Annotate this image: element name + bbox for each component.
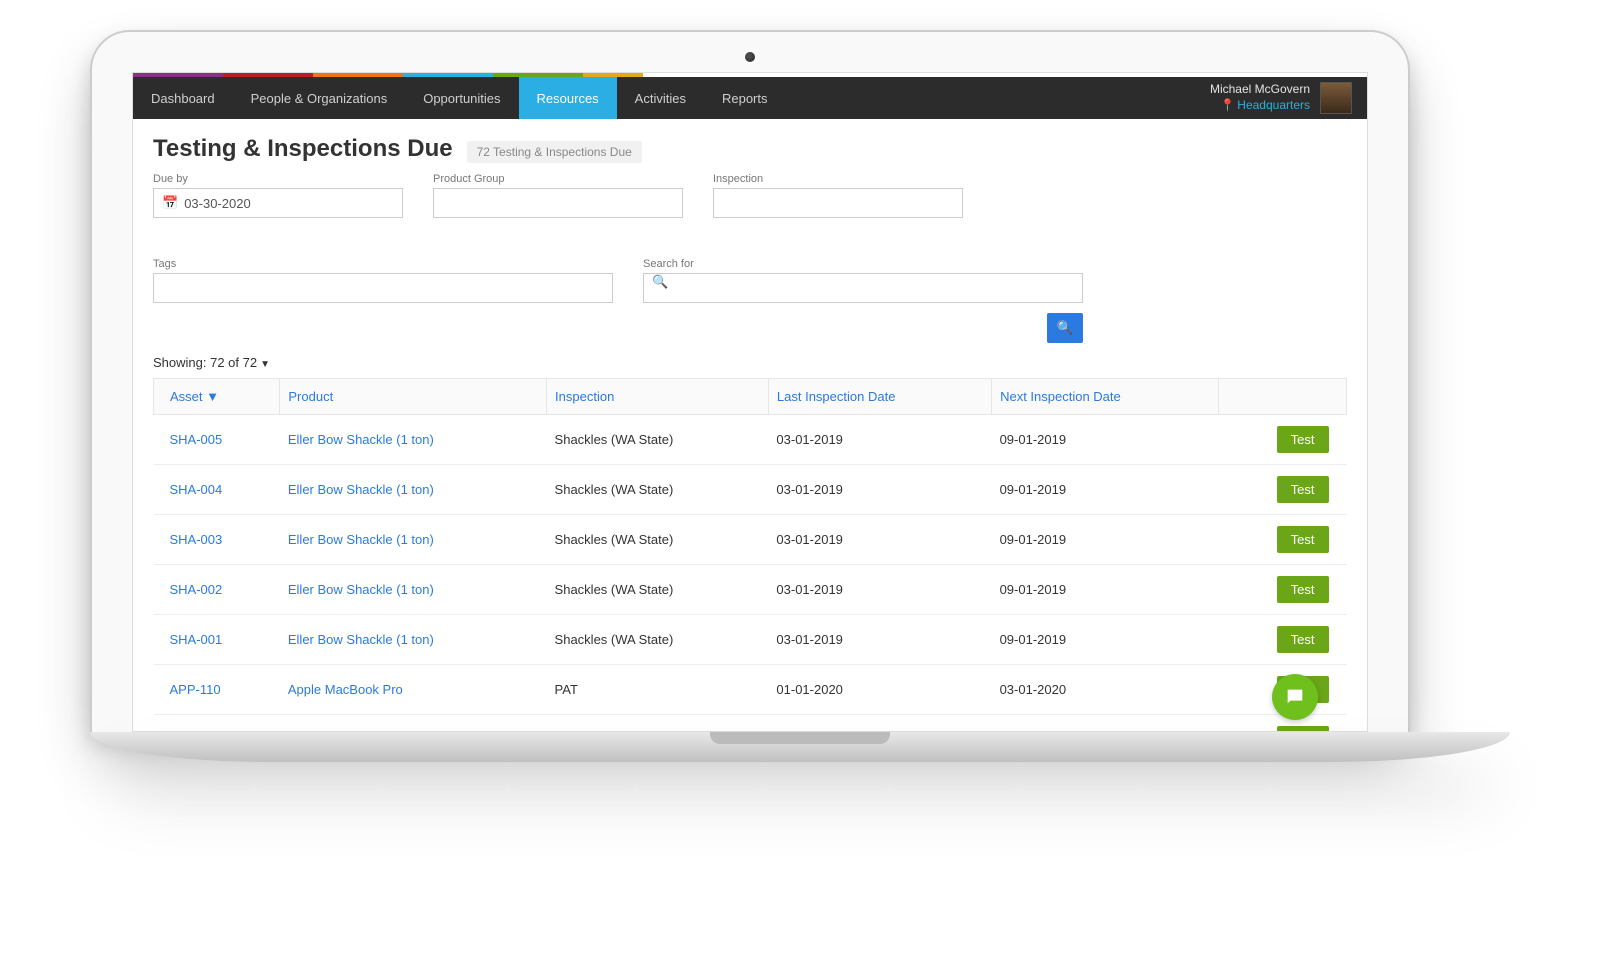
asset-link[interactable]: SHA-001 [170, 632, 223, 647]
asset-link[interactable]: SHA-005 [170, 432, 223, 447]
location-pin-icon: 📍 [1220, 98, 1235, 112]
test-button[interactable]: Test [1277, 576, 1329, 603]
next-date-cell: 09-01-2019 [992, 615, 1219, 665]
last-date-cell: 03-01-2019 [768, 415, 991, 465]
search-input[interactable]: 🔍 [643, 273, 1083, 303]
test-button[interactable]: Test [1277, 426, 1329, 453]
last-date-cell: 03-01-2019 [768, 615, 991, 665]
test-button[interactable]: Test [1277, 526, 1329, 553]
user-location[interactable]: Headquarters [1237, 98, 1310, 112]
nav-item-opportunities[interactable]: Opportunities [405, 77, 518, 119]
results-count-badge: 72 Testing & Inspections Due [467, 141, 642, 163]
inspection-cell: Shackles (WA State) [547, 515, 769, 565]
avatar[interactable] [1320, 82, 1352, 114]
page-title: Testing & Inspections Due [153, 135, 453, 163]
app-screen: DashboardPeople & OrganizationsOpportuni… [132, 72, 1368, 732]
next-date-cell: 03-01-2020 [992, 715, 1219, 733]
chat-widget-button[interactable] [1272, 674, 1318, 720]
table-row: SHA-004 Eller Bow Shackle (1 ton) Shackles… [154, 465, 1347, 515]
showing-count[interactable]: Showing: 72 of 72▼ [153, 355, 1347, 370]
chat-icon [1284, 686, 1306, 708]
inspection-cell: PAT [547, 715, 769, 733]
main-nav: DashboardPeople & OrganizationsOpportuni… [133, 77, 1367, 119]
test-button[interactable]: Test [1277, 476, 1329, 503]
nav-item-dashboard[interactable]: Dashboard [133, 77, 233, 119]
tags-label: Tags [153, 258, 613, 270]
inspection-cell: PAT [547, 665, 769, 715]
product-link[interactable]: Eller Bow Shackle (1 ton) [288, 582, 434, 597]
product-link[interactable]: Eller Bow Shackle (1 ton) [288, 532, 434, 547]
last-date-cell: 03-01-2019 [768, 515, 991, 565]
nav-item-reports[interactable]: Reports [704, 77, 786, 119]
product-link[interactable]: Eller Bow Shackle (1 ton) [288, 432, 434, 447]
product-link[interactable]: Eller Bow Shackle (1 ton) [288, 632, 434, 647]
search-label: Search for [643, 258, 1083, 270]
inspection-cell: Shackles (WA State) [547, 565, 769, 615]
nav-item-activities[interactable]: Activities [617, 77, 704, 119]
last-date-cell: 03-01-2019 [768, 465, 991, 515]
user-name: Michael McGovern [1210, 82, 1310, 98]
due-by-input[interactable]: 📅 03-30-2020 [153, 188, 403, 218]
search-icon: 🔍 [652, 274, 668, 289]
col-product[interactable]: Product [280, 379, 547, 415]
inspection-filter-input[interactable] [713, 188, 963, 218]
asset-link[interactable]: SHA-004 [170, 482, 223, 497]
next-date-cell: 09-01-2019 [992, 565, 1219, 615]
test-button[interactable]: Test [1277, 626, 1329, 653]
chevron-down-icon: ▼ [260, 359, 270, 370]
col-asset[interactable]: Asset ▼ [154, 379, 280, 415]
inspection-cell: Shackles (WA State) [547, 415, 769, 465]
product-link[interactable]: Eller Bow Shackle (1 ton) [288, 482, 434, 497]
search-button[interactable]: 🔍 [1047, 313, 1083, 343]
next-date-cell: 09-01-2019 [992, 515, 1219, 565]
inspection-cell: Shackles (WA State) [547, 465, 769, 515]
product-link[interactable]: Apple MacBook Pro [288, 682, 403, 697]
next-date-cell: 09-01-2019 [992, 415, 1219, 465]
asset-link[interactable]: APP-110 [170, 682, 221, 697]
last-date-cell: 01-01-2020 [768, 715, 991, 733]
next-date-cell: 03-01-2020 [992, 665, 1219, 715]
calendar-icon: 📅 [162, 195, 178, 211]
nav-item-people-organizations[interactable]: People & Organizations [233, 77, 406, 119]
user-menu[interactable]: Michael McGovern 📍Headquarters [1210, 82, 1352, 114]
table-row: SHA-002 Eller Bow Shackle (1 ton) Shackles… [154, 565, 1347, 615]
laptop-camera [745, 52, 755, 62]
due-by-label: Due by [153, 173, 403, 185]
asset-link[interactable]: SHA-002 [170, 582, 223, 597]
table-row: SHA-003 Eller Bow Shackle (1 ton) Shackles… [154, 515, 1347, 565]
tags-input[interactable] [153, 273, 613, 303]
table-row: APP-109Apple MacBook ProPAT01-01-202003-… [154, 715, 1347, 733]
next-date-cell: 09-01-2019 [992, 465, 1219, 515]
inspection-filter-label: Inspection [713, 173, 963, 185]
table-row: SHA-001 Eller Bow Shackle (1 ton) Shackles… [154, 615, 1347, 665]
col-action [1218, 379, 1346, 415]
asset-link[interactable]: SHA-003 [170, 532, 223, 547]
col-next-date[interactable]: Next Inspection Date [992, 379, 1219, 415]
inspection-cell: Shackles (WA State) [547, 615, 769, 665]
last-date-cell: 01-01-2020 [768, 665, 991, 715]
last-date-cell: 03-01-2019 [768, 565, 991, 615]
laptop-base [90, 732, 1510, 762]
due-by-value: 03-30-2020 [184, 196, 251, 211]
nav-item-resources[interactable]: Resources [519, 77, 617, 119]
search-icon: 🔍 [1057, 320, 1074, 336]
product-group-label: Product Group [433, 173, 683, 185]
col-inspection[interactable]: Inspection [547, 379, 769, 415]
inspections-table: Asset ▼ Product Inspection Last Inspecti… [153, 378, 1347, 732]
col-last-date[interactable]: Last Inspection Date [768, 379, 991, 415]
table-row: SHA-005 Eller Bow Shackle (1 ton) Shackles… [154, 415, 1347, 465]
table-row: APP-110 Apple MacBook Pro PAT01-01-202003-… [154, 665, 1347, 715]
product-group-input[interactable] [433, 188, 683, 218]
